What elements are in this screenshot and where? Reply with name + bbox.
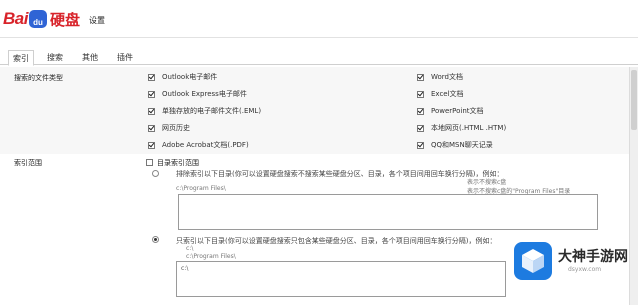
only-dirs-textarea[interactable]: c:\ — [176, 261, 506, 297]
tab-plugins[interactable]: 插件 — [117, 52, 133, 63]
checkbox-label: Outlook电子邮件 — [162, 73, 218, 81]
option-only-example-path: c:\Program Files\ — [186, 253, 236, 260]
checkbox-label: Outlook Express电子邮件 — [162, 90, 247, 98]
paw-icon: du — [28, 10, 47, 28]
checkbox-label: PowerPoint文档 — [431, 107, 484, 115]
index-scope-title: 目录索引范围 — [146, 158, 199, 168]
only-dirs-value: c:\ — [181, 265, 189, 272]
watermark-site-url: dsyxw.com — [568, 266, 602, 273]
checkbox-web-history[interactable]: 网页历史 — [148, 123, 190, 133]
checkbox-label: Adobe Acrobat文档(.PDF) — [162, 141, 249, 149]
window-title: 设置 — [89, 16, 105, 25]
checkbox-check-icon[interactable] — [148, 90, 155, 98]
checkbox-check-icon[interactable] — [417, 73, 424, 81]
checkbox-label: 单独存放的电子邮件文件(.EML) — [162, 107, 262, 115]
settings-tabs: 索引 搜索 其他 插件 — [0, 48, 638, 66]
watermark-cube-icon — [514, 242, 552, 280]
radio-exclude-dirs[interactable] — [152, 170, 159, 177]
checkbox-check-icon[interactable] — [417, 107, 424, 115]
checkbox-outlook-express[interactable]: Outlook Express电子邮件 — [148, 89, 247, 99]
baidu-disk-logo: Bai du 硬盘 — [3, 7, 80, 31]
checkbox-label: 本地网页(.HTML .HTM) — [431, 124, 507, 132]
checkbox-eml[interactable]: 单独存放的电子邮件文件(.EML) — [148, 106, 261, 116]
title-bar: Bai du 硬盘 设置 — [0, 0, 638, 38]
checkbox-powerpoint[interactable]: PowerPoint文档 — [417, 106, 484, 116]
checkbox-check-icon[interactable] — [417, 141, 424, 149]
scrollbar-thumb[interactable] — [631, 70, 637, 130]
checkbox-html[interactable]: 本地网页(.HTML .HTM) — [417, 123, 506, 133]
checkbox-check-icon[interactable] — [417, 124, 424, 132]
tab-search[interactable]: 搜索 — [47, 52, 63, 63]
checkbox-check-icon[interactable] — [417, 90, 424, 98]
checkbox-label: Excel文档 — [431, 90, 464, 98]
checkbox-check-icon[interactable] — [148, 107, 155, 115]
collapse-box-icon[interactable] — [146, 159, 153, 166]
checkbox-check-icon[interactable] — [148, 73, 155, 81]
checkbox-excel[interactable]: Excel文档 — [417, 89, 464, 99]
tab-other[interactable]: 其他 — [82, 52, 98, 63]
exclude-dirs-textarea[interactable] — [178, 194, 598, 230]
logo-text-du: du — [33, 18, 43, 27]
radio-only-dirs[interactable] — [152, 236, 159, 243]
tab-index[interactable]: 索引 — [8, 50, 34, 66]
checkbox-label: 网页历史 — [162, 124, 190, 132]
option-only-text: 只索引以下目录(你可以设置硬盘搜索只包含某些硬盘分区、目录，各个项目间用回车换行… — [176, 237, 497, 245]
logo-text-brand: 硬盘 — [49, 10, 80, 29]
file-types-label: 搜索的文件类型 — [14, 74, 63, 82]
watermark-site-name: 大神手游网 — [558, 249, 628, 265]
option-exclude-text: 排除索引以下目录(你可以设置硬盘搜索不搜索某些硬盘分区、目录，各个项目间用回车换… — [176, 170, 504, 178]
checkbox-label: Word文档 — [431, 73, 463, 81]
index-scope-title-text: 目录索引范围 — [157, 159, 199, 167]
file-types-section — [0, 67, 638, 154]
checkbox-check-icon[interactable] — [148, 141, 155, 149]
index-scope-label: 索引范围 — [14, 159, 42, 167]
vertical-scrollbar[interactable] — [629, 67, 638, 305]
checkbox-check-icon[interactable] — [148, 124, 155, 132]
checkbox-outlook[interactable]: Outlook电子邮件 — [148, 72, 217, 82]
checkbox-pdf[interactable]: Adobe Acrobat文档(.PDF) — [148, 140, 249, 150]
checkbox-chat-history[interactable]: QQ和MSN聊天记录 — [417, 140, 493, 150]
option-exclude-hint1: 表示不搜索c盘 — [467, 179, 507, 186]
checkbox-label: QQ和MSN聊天记录 — [431, 141, 493, 149]
option-exclude-example: c:\Program Files\ — [176, 185, 226, 192]
logo-text-bai: Bai — [3, 9, 28, 28]
checkbox-word[interactable]: Word文档 — [417, 72, 463, 82]
option-only-example-drive: c:\ — [186, 245, 194, 252]
